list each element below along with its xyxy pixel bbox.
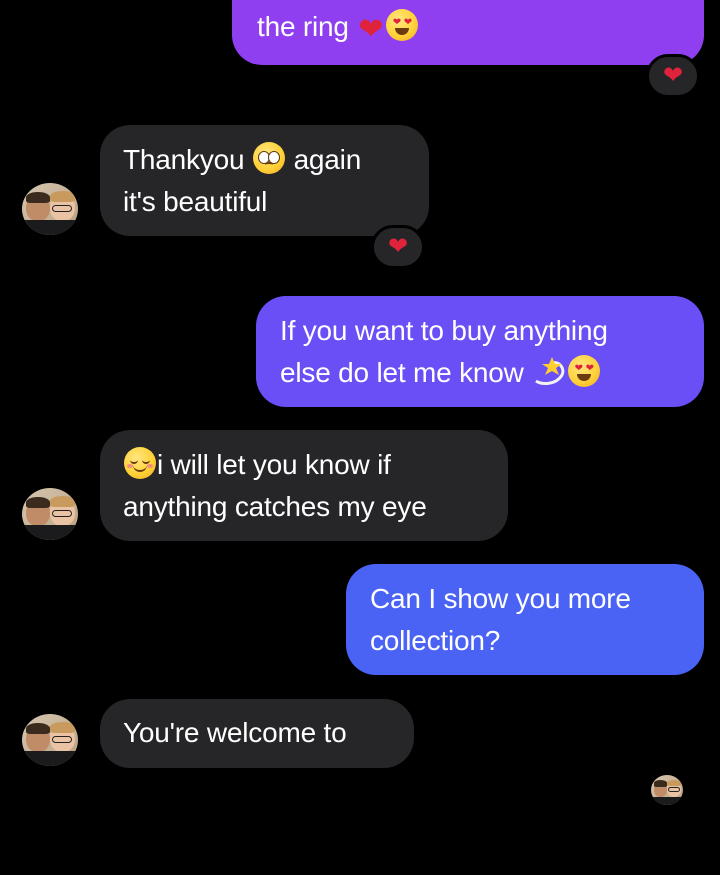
contact-avatar-icon[interactable] xyxy=(22,488,78,540)
message-text: the ring xyxy=(257,11,349,42)
message-text: Thankyou xyxy=(123,144,245,175)
smiling-face-icon xyxy=(124,447,156,479)
message-bubble-outgoing-1[interactable]: the ring ❤ ❤ ❤ xyxy=(232,0,704,65)
dizzy-star-icon xyxy=(532,355,566,387)
heart-eyes-face-icon: ❤ ❤ xyxy=(568,355,601,387)
message-bubble-outgoing-2[interactable]: If you want to buy anything else do let … xyxy=(256,296,704,407)
pleading-face-icon xyxy=(252,142,285,174)
message-text: Can I show you more xyxy=(370,583,631,614)
message-text: anything catches my eye xyxy=(123,491,427,522)
message-bubble-incoming-1[interactable]: Thankyou again it's beautiful xyxy=(100,125,429,236)
red-heart-icon: ❤ xyxy=(662,62,684,89)
contact-avatar-icon[interactable] xyxy=(22,714,78,766)
red-heart-icon: ❤ xyxy=(387,233,409,260)
reaction-heart-badge[interactable]: ❤ xyxy=(646,54,700,98)
message-text: i will let you know if xyxy=(157,449,391,480)
message-text: it's beautiful xyxy=(123,186,268,217)
seen-avatar-icon xyxy=(651,775,683,805)
message-text: else do let me know xyxy=(280,357,524,388)
message-bubble-outgoing-3[interactable]: Can I show you more collection? xyxy=(346,564,704,675)
message-bubble-incoming-3[interactable]: You're welcome to xyxy=(100,699,414,768)
message-text: If you want to buy anything xyxy=(280,315,608,346)
message-text: again xyxy=(293,144,362,175)
message-text: collection? xyxy=(370,625,501,656)
contact-avatar-icon[interactable] xyxy=(22,183,78,235)
heart-eyes-face-icon: ❤ ❤ xyxy=(386,9,419,41)
reaction-heart-badge[interactable]: ❤ xyxy=(371,225,425,269)
red-heart-icon: ❤ xyxy=(358,13,384,46)
message-text: You're welcome to xyxy=(123,717,347,748)
message-bubble-incoming-2[interactable]: i will let you know if anything catches … xyxy=(100,430,508,541)
